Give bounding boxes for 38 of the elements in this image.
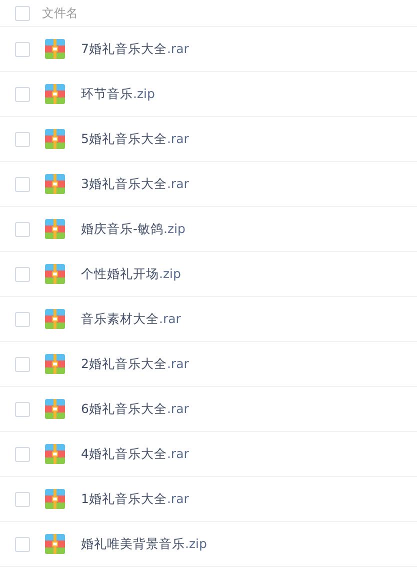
file-name[interactable]: 1婚礼音乐大全.rar [81, 490, 189, 508]
archive-icon [45, 219, 65, 239]
file-name[interactable]: 音乐素材大全.rar [81, 310, 181, 328]
checkbox[interactable] [15, 312, 30, 326]
checkbox[interactable] [15, 86, 30, 102]
file-name[interactable]: 婚庆音乐-敏鸽.zip [81, 220, 186, 238]
archive-icon [45, 489, 65, 509]
file-name[interactable]: 婚礼唯美背景音乐.zip [81, 536, 207, 552]
archive-icon [45, 129, 65, 149]
checkbox[interactable] [15, 446, 30, 462]
file-name[interactable]: 6婚礼音乐大全.rar [81, 400, 189, 418]
checkbox[interactable] [15, 536, 30, 552]
checkbox[interactable] [15, 356, 30, 372]
file-name[interactable]: 2婚礼音乐大全.rar [81, 356, 189, 372]
file-name[interactable]: 7婚礼音乐大全.rar [81, 40, 189, 58]
archive-icon [45, 354, 65, 374]
checkbox[interactable] [15, 402, 30, 416]
archive-icon [45, 399, 65, 419]
checkbox[interactable] [15, 492, 30, 506]
archive-icon [45, 84, 65, 104]
archive-icon [45, 264, 65, 284]
checkbox[interactable] [15, 6, 30, 20]
file-name[interactable]: 4婚礼音乐大全.rar [81, 446, 189, 462]
checkbox[interactable] [15, 266, 30, 282]
checkbox[interactable] [15, 42, 30, 56]
file-name[interactable]: 5婚礼音乐大全.rar [81, 130, 189, 148]
archive-icon [45, 534, 65, 554]
checkbox[interactable] [15, 222, 30, 236]
checkbox[interactable] [15, 176, 30, 192]
file-name[interactable]: 环节音乐.zip [81, 86, 155, 102]
column-header: 文件名 [42, 4, 78, 22]
archive-icon [45, 444, 65, 464]
archive-icon [45, 309, 65, 329]
file-name[interactable]: 个性婚礼开场.zip [81, 266, 181, 282]
checkbox[interactable] [15, 132, 30, 146]
archive-icon [45, 174, 65, 194]
file-name[interactable]: 3婚礼音乐大全.rar [81, 176, 189, 192]
archive-icon [45, 39, 65, 59]
